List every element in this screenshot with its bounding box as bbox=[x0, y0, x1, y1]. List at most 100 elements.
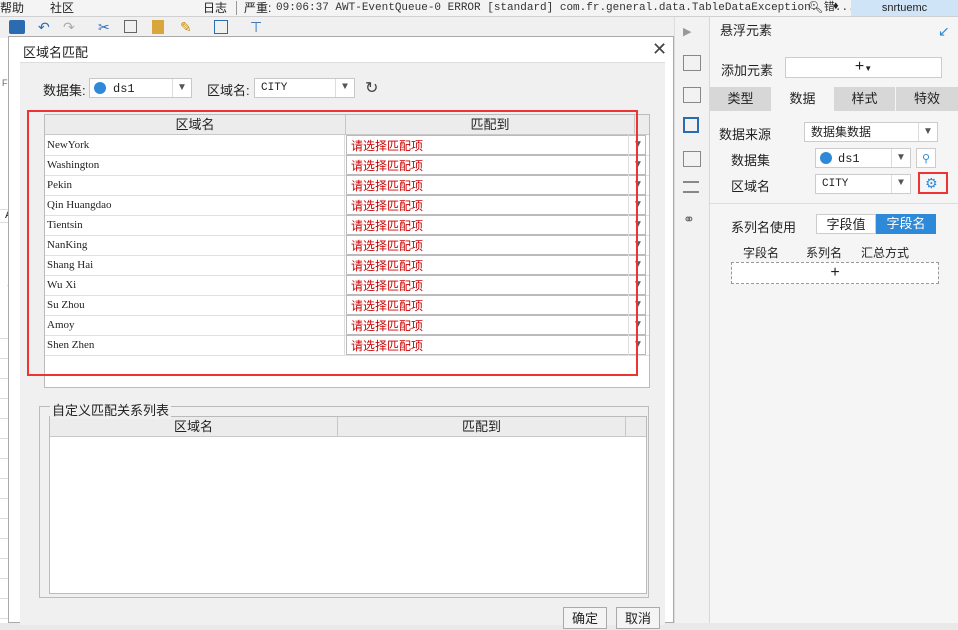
severity-label: 严重: bbox=[244, 1, 272, 15]
match-select-value: 请选择匹配项 bbox=[351, 199, 424, 213]
chevron-down-icon[interactable]: ▼ bbox=[628, 315, 647, 335]
user-tab[interactable]: snrtuemc bbox=[851, 0, 958, 16]
area-name-cell: Washington bbox=[45, 155, 345, 175]
chevron-down-icon[interactable]: ▼ bbox=[628, 295, 647, 315]
tab-data[interactable]: 数据 bbox=[772, 87, 834, 111]
panel-area-select[interactable]: CITY ▼ bbox=[815, 174, 911, 194]
match-select[interactable]: 请选择匹配项 bbox=[346, 135, 646, 155]
database-icon bbox=[820, 152, 832, 164]
database-icon bbox=[94, 82, 106, 94]
close-icon[interactable]: ✕ bbox=[652, 39, 667, 60]
match-select[interactable]: 请选择匹配项 bbox=[346, 255, 646, 275]
bell-icon[interactable]: ♦ bbox=[833, 0, 839, 12]
match-select[interactable]: 请选择匹配项 bbox=[346, 335, 646, 355]
table-row: Tientsin 请选择匹配项 ▼ bbox=[45, 215, 649, 236]
col-match-to: 匹配到 bbox=[346, 115, 635, 134]
menu-log[interactable]: 日志 bbox=[203, 0, 227, 16]
match-select[interactable]: 请选择匹配项 bbox=[346, 315, 646, 335]
chevron-down-icon[interactable]: ▼ bbox=[628, 255, 647, 275]
panel-area-label: 区域名 bbox=[731, 179, 771, 194]
chevron-down-icon[interactable]: ▼ bbox=[628, 215, 647, 235]
property-panel: 悬浮元素 ↙ 添加元素 +▼ 类型 数据 样式 特效 数据来源 数据集数据 ▼ 数… bbox=[709, 17, 958, 623]
chevron-down-icon[interactable]: ▼ bbox=[628, 335, 647, 355]
refresh-icon[interactable]: ↻ bbox=[365, 78, 378, 98]
match-select-value: 请选择匹配项 bbox=[351, 259, 424, 273]
search-icon[interactable]: 🔍︎ bbox=[808, 0, 823, 14]
match-select[interactable]: 请选择匹配项 bbox=[346, 155, 646, 175]
cut-icon[interactable]: ✂ bbox=[98, 20, 114, 34]
chevron-down-icon[interactable]: ▼ bbox=[628, 275, 647, 295]
link-icon[interactable]: ⚭ bbox=[683, 211, 699, 227]
match-table: 区域名 匹配到 NewYork 请选择匹配项 ▼ Washington 请选择匹配项 ▼ P… bbox=[44, 114, 650, 388]
data-source-select[interactable]: 数据集数据 ▼ bbox=[804, 122, 938, 142]
gear-highlight: ⚙ bbox=[918, 172, 948, 194]
match-select-value: 请选择匹配项 bbox=[351, 339, 424, 353]
area-name-cell: Su Zhou bbox=[45, 295, 345, 315]
match-select[interactable]: 请选择匹配项 bbox=[346, 175, 646, 195]
tab-effect[interactable]: 特效 bbox=[896, 87, 958, 111]
float-element-icon[interactable] bbox=[683, 117, 699, 133]
table-row: Shen Zhen 请选择匹配项 ▼ bbox=[45, 335, 649, 356]
table-row: Washington 请选择匹配项 ▼ bbox=[45, 155, 649, 176]
area-name-cell: Tientsin bbox=[45, 215, 345, 235]
copy-icon[interactable] bbox=[124, 20, 137, 33]
cell-element-icon[interactable] bbox=[683, 55, 701, 71]
redo-icon[interactable]: ↷ bbox=[63, 20, 79, 34]
data-source-value: 数据集数据 bbox=[811, 125, 872, 139]
format-brush-icon[interactable]: ✎ bbox=[180, 20, 196, 34]
match-select[interactable]: 请选择匹配项 bbox=[346, 275, 646, 295]
widget-icon[interactable] bbox=[683, 151, 701, 167]
chevron-down-icon[interactable]: ▼ bbox=[628, 175, 647, 195]
dataset-select[interactable]: ds1 ▼ bbox=[89, 78, 192, 98]
insert-icon[interactable]: ⊤ bbox=[250, 20, 266, 34]
status-message[interactable]: 09:06:37 AWT-EventQueue-0 ERROR [standar… bbox=[276, 0, 855, 16]
condition-icon[interactable] bbox=[683, 181, 699, 193]
tab-style[interactable]: 样式 bbox=[834, 87, 896, 111]
magnifier-icon[interactable]: ⚲ bbox=[916, 148, 936, 168]
area-value: CITY bbox=[261, 82, 288, 94]
add-field-button[interactable]: + bbox=[731, 262, 939, 284]
tab-type[interactable]: 类型 bbox=[710, 87, 772, 111]
text-icon[interactable] bbox=[214, 20, 228, 34]
match-select[interactable]: 请选择匹配项 bbox=[346, 215, 646, 235]
save-icon[interactable] bbox=[9, 20, 25, 34]
menu-help[interactable]: 帮助 bbox=[0, 0, 24, 16]
cell-attr-icon[interactable] bbox=[683, 87, 701, 103]
match-select-value: 请选择匹配项 bbox=[351, 159, 424, 173]
side-icon-column: ▶ ⚭ bbox=[674, 17, 709, 623]
chevron-right-icon[interactable]: ▶ bbox=[683, 25, 699, 39]
add-element-button[interactable]: +▼ bbox=[785, 57, 942, 78]
match-select[interactable]: 请选择匹配项 bbox=[346, 295, 646, 315]
area-select[interactable]: CITY ▼ bbox=[254, 78, 355, 98]
seg-field-name[interactable]: 字段名 bbox=[876, 214, 936, 234]
gear-icon[interactable]: ⚙ bbox=[925, 174, 938, 192]
match-select[interactable]: 请选择匹配项 bbox=[346, 195, 646, 215]
chevron-down-icon[interactable]: ▼ bbox=[628, 235, 647, 255]
chevron-down-icon[interactable]: ▼ bbox=[628, 155, 647, 175]
cancel-button[interactable]: 取消 bbox=[616, 607, 660, 629]
table-row: Pekin 请选择匹配项 ▼ bbox=[45, 175, 649, 196]
undo-icon[interactable]: ↶ bbox=[38, 20, 54, 34]
chevron-down-icon: ▼ bbox=[864, 64, 873, 73]
area-name-cell: Pekin bbox=[45, 175, 345, 195]
pin-icon[interactable]: ↙ bbox=[938, 23, 950, 40]
custom-col-match-to: 匹配到 bbox=[338, 417, 626, 436]
match-select[interactable]: 请选择匹配项 bbox=[346, 235, 646, 255]
table-row: Su Zhou 请选择匹配项 ▼ bbox=[45, 295, 649, 316]
custom-table-header: 区域名 匹配到 bbox=[50, 417, 646, 437]
match-select-value: 请选择匹配项 bbox=[351, 279, 424, 293]
area-name-cell: Wu Xi bbox=[45, 275, 345, 295]
match-select-value: 请选择匹配项 bbox=[351, 299, 424, 313]
ok-button[interactable]: 确定 bbox=[563, 607, 607, 629]
col-area-name: 区域名 bbox=[45, 115, 346, 134]
chevron-down-icon: ▼ bbox=[172, 79, 191, 97]
custom-col-area-name: 区域名 bbox=[50, 417, 338, 436]
chevron-down-icon[interactable]: ▼ bbox=[628, 195, 647, 215]
menu-community[interactable]: 社区 bbox=[50, 0, 74, 16]
panel-title: 悬浮元素 bbox=[720, 23, 773, 38]
seg-field-value[interactable]: 字段值 bbox=[816, 214, 876, 234]
table-row: NewYork 请选择匹配项 ▼ bbox=[45, 135, 649, 156]
chevron-down-icon[interactable]: ▼ bbox=[628, 135, 647, 155]
paste-icon[interactable] bbox=[152, 20, 164, 34]
panel-dataset-select[interactable]: ds1 ▼ bbox=[815, 148, 911, 168]
